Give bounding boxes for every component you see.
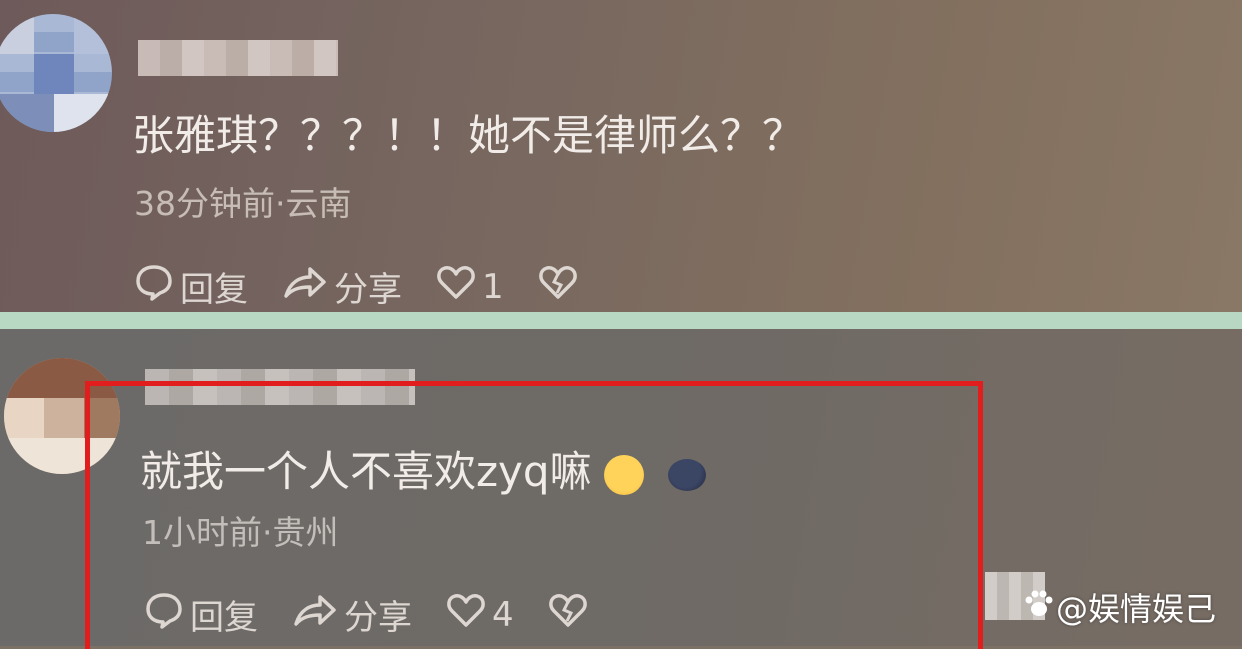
like-count: 1 xyxy=(482,266,504,307)
share-button[interactable]: 分享 xyxy=(292,590,412,639)
comment-icon xyxy=(134,262,180,311)
comment-actions: 回复 分享 4 xyxy=(144,590,628,639)
comment-icon xyxy=(144,590,190,639)
comment-meta: 38分钟前·云南 xyxy=(134,184,352,223)
username-blurred[interactable] xyxy=(138,40,338,76)
like-button[interactable]: 1 xyxy=(436,262,504,311)
heart-icon xyxy=(436,262,482,311)
broken-heart-icon xyxy=(538,262,584,311)
share-label: 分享 xyxy=(344,598,412,638)
heart-icon xyxy=(446,590,492,639)
like-count: 4 xyxy=(492,594,514,635)
reply-button[interactable]: 回复 xyxy=(134,262,248,311)
share-icon xyxy=(292,590,344,639)
reply-button[interactable]: 回复 xyxy=(144,590,258,639)
dark-face-emoji xyxy=(667,458,706,491)
comment-text: 张雅琪？？？！！她不是律师么？？ xyxy=(132,111,805,160)
reply-label: 回复 xyxy=(180,270,248,310)
dislike-button[interactable] xyxy=(538,262,584,311)
comment-meta: 1小时前·贵州 xyxy=(142,513,339,552)
comment-text-content: 就我一个人不喜欢zyq嘛 xyxy=(140,447,592,496)
like-button[interactable]: 4 xyxy=(446,590,514,639)
broken-heart-icon xyxy=(548,590,594,639)
comment-card-1: 张雅琪？？？！！她不是律师么？？ 38分钟前·云南 回复 分享 1 xyxy=(0,0,1242,312)
reply-label: 回复 xyxy=(190,598,258,638)
share-icon xyxy=(282,262,334,311)
share-label: 分享 xyxy=(334,270,402,310)
comment-text: 就我一个人不喜欢zyq嘛 xyxy=(140,438,706,499)
watermark: @娱情娱己 xyxy=(1022,584,1216,630)
watermark-text: @娱情娱己 xyxy=(1056,590,1217,628)
share-button[interactable]: 分享 xyxy=(282,262,402,311)
comment-actions: 回复 分享 1 xyxy=(134,262,618,311)
dislike-button[interactable] xyxy=(548,590,594,639)
paw-icon xyxy=(1022,586,1056,628)
crying-face-emoji xyxy=(603,454,644,495)
avatar[interactable] xyxy=(0,14,112,132)
section-divider xyxy=(0,312,1242,329)
